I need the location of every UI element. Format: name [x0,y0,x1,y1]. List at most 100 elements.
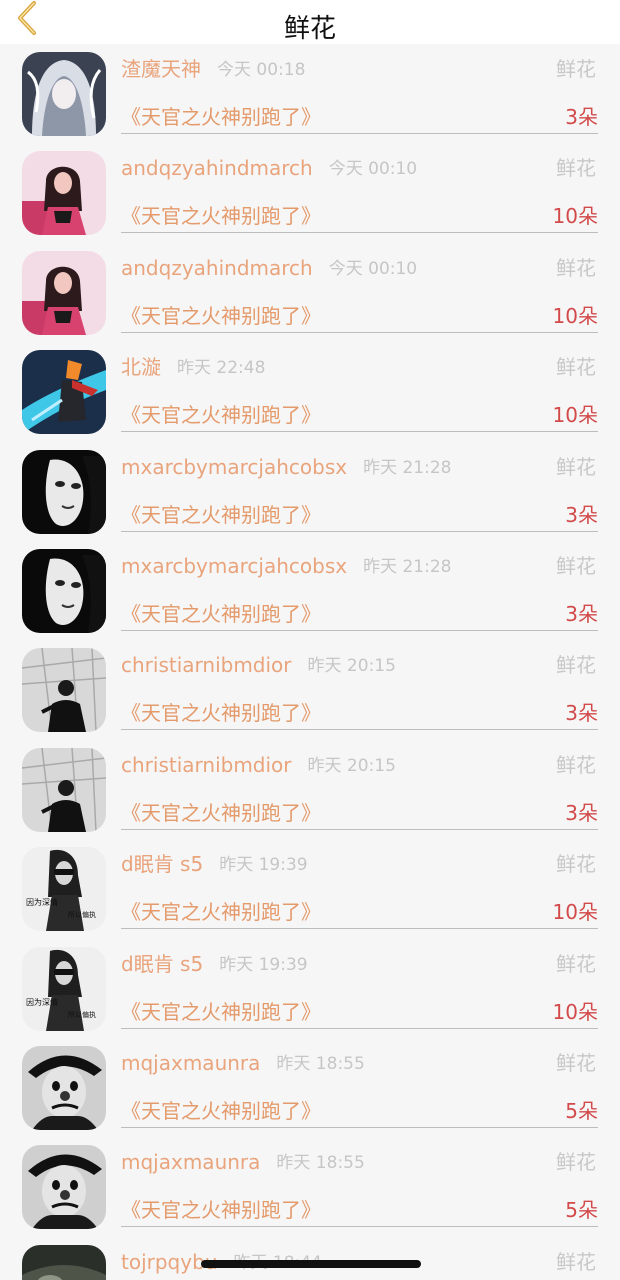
flower-gift-list[interactable]: 渣魔天神 今天 00:18 鲜花 《天官之火神别跑了》 3朵 andqzyahin… [0,44,620,1280]
avatar[interactable] [22,350,106,435]
user-name[interactable]: christiarnibmdior 昨天 20:15 [121,752,396,779]
user-name[interactable]: andqzyahindmarch 今天 00:10 [121,255,417,282]
book-title[interactable]: 《天官之火神别跑了》 [121,104,321,130]
list-item[interactable]: mxarcbymarcjahcobsx 昨天 21:28 鲜花 《天官之火神别跑了… [0,442,620,541]
gift-type: 鲜花 [556,355,596,380]
book-title[interactable]: 《天官之火神别跑了》 [121,1197,321,1223]
gift-type: 鲜花 [556,1150,596,1175]
user-name[interactable]: mqjaxmaunra 昨天 18:55 [121,1149,365,1176]
flower-count: 10朵 [552,403,598,428]
avatar[interactable]: 因为深情 所以偏执 [22,847,106,932]
divider [121,1027,598,1029]
gift-type: 鲜花 [556,454,596,479]
book-title[interactable]: 《天官之火神别跑了》 [121,999,321,1025]
user-name[interactable]: andqzyahindmarch 今天 00:10 [121,155,417,182]
user-name[interactable]: mqjaxmaunra 昨天 18:55 [121,1050,365,1077]
gift-type: 鲜花 [556,57,596,81]
timestamp: 昨天 22:48 [177,358,266,379]
avatar[interactable] [22,747,106,832]
book-title[interactable]: 《天官之火神别跑了》 [121,203,321,229]
divider [121,1226,598,1228]
divider [121,729,598,731]
divider [121,232,598,234]
user-name[interactable]: d眠肯 s5 昨天 19:39 [121,851,308,878]
gift-type: 鲜花 [556,852,596,877]
flower-count: 10朵 [552,900,598,925]
divider [121,828,598,830]
user-name[interactable]: 北漩 昨天 22:48 [121,354,265,381]
avatar-caption: 所以偏执 [68,1010,96,1019]
user-name[interactable]: mxarcbymarcjahcobsx 昨天 21:28 [121,553,451,580]
user-name[interactable]: mxarcbymarcjahcobsx 昨天 21:28 [121,454,451,481]
divider [121,331,598,333]
book-title[interactable]: 《天官之火神别跑了》 [121,700,321,726]
flower-count: 3朵 [565,601,598,626]
avatar-caption: 因为深情 [26,997,58,1007]
gift-type: 鲜花 [556,1050,596,1075]
avatar[interactable] [22,1045,106,1130]
avatar[interactable] [22,1244,106,1280]
list-item[interactable]: andqzyahindmarch 今天 00:10 鲜花 《天官之火神别跑了》 1… [0,243,620,342]
list-item[interactable]: 渣魔天神 今天 00:18 鲜花 《天官之火神别跑了》 3朵 [0,44,620,143]
avatar[interactable] [22,449,106,534]
flower-count: 10朵 [552,999,598,1024]
list-item[interactable]: tojrpqybu昨天 18:44 鲜花 [0,1237,620,1280]
user-name[interactable]: d眠肯 s5 昨天 19:39 [121,951,308,978]
book-title[interactable]: 《天官之火神别跑了》 [121,899,321,925]
avatar[interactable] [22,548,106,633]
avatar[interactable] [22,1145,106,1230]
timestamp: 今天 00:10 [328,258,418,279]
list-item[interactable]: mqjaxmaunra 昨天 18:55 鲜花 《天官之火神别跑了》 5朵 [0,1038,620,1137]
user-name[interactable]: 渣魔天神 今天 00:18 [121,56,305,83]
timestamp: 昨天 21:28 [363,556,452,577]
book-title[interactable]: 《天官之火神别跑了》 [121,402,321,428]
divider [121,133,598,134]
flower-count: 3朵 [565,105,598,129]
avatar[interactable] [22,648,106,733]
gift-type: 鲜花 [556,553,596,578]
list-item[interactable]: christiarnibmdior 昨天 20:15 鲜花 《天官之火神别跑了》 … [0,640,620,739]
book-title[interactable]: 《天官之火神别跑了》 [121,303,321,329]
page-title: 鲜花 [283,14,336,44]
book-title[interactable]: 《天官之火神别跑了》 [121,800,321,826]
flower-count: 5朵 [565,1098,598,1123]
nav-bar: 鲜花 [0,0,620,44]
list-item[interactable]: mqjaxmaunra 昨天 18:55 鲜花 《天官之火神别跑了》 5朵 [0,1137,620,1236]
list-item[interactable]: 因为深情 所以偏执 d眠肯 s5 昨天 19:39 鲜花 《天官之火神别跑了》 1… [0,939,620,1038]
flower-count: 10朵 [552,303,598,328]
book-title[interactable]: 《天官之火神别跑了》 [121,1098,321,1124]
timestamp: 昨天 20:15 [307,656,396,677]
divider [121,1126,598,1128]
divider [121,431,598,433]
timestamp: 昨天 20:15 [307,755,396,776]
gift-type: 鲜花 [556,951,596,976]
gift-type: 鲜花 [556,653,596,678]
timestamp: 昨天 21:28 [363,457,452,478]
gift-type: 鲜花 [556,1249,596,1274]
timestamp: 昨天 19:39 [219,855,308,876]
avatar[interactable]: 因为深情 所以偏执 [22,946,106,1031]
timestamp: 今天 00:18 [217,60,306,80]
timestamp: 昨天 18:55 [276,1053,365,1074]
avatar[interactable] [22,250,106,335]
list-item[interactable]: 因为深情 所以偏执 d眠肯 s5 昨天 19:39 鲜花 《天官之火神别跑了》 1… [0,839,620,938]
timestamp: 昨天 19:39 [219,954,308,975]
divider [121,530,598,532]
flower-count: 3朵 [565,701,598,726]
avatar[interactable] [22,151,106,236]
flower-count: 10朵 [552,204,598,229]
list-item[interactable]: 北漩 昨天 22:48 鲜花 《天官之火神别跑了》 10朵 [0,342,620,441]
gift-type: 鲜花 [556,255,596,280]
flower-count: 5朵 [565,1198,598,1223]
avatar[interactable] [22,52,106,136]
timestamp: 昨天 18:55 [276,1153,365,1174]
avatar-caption: 因为深情 [26,897,58,907]
avatar-caption: 所以偏执 [68,910,96,919]
user-name[interactable]: christiarnibmdior 昨天 20:15 [121,652,396,679]
book-title[interactable]: 《天官之火神别跑了》 [121,502,321,528]
book-title[interactable]: 《天官之火神别跑了》 [121,601,321,627]
list-item[interactable]: andqzyahindmarch 今天 00:10 鲜花 《天官之火神别跑了》 1… [0,143,620,242]
list-item[interactable]: mxarcbymarcjahcobsx 昨天 21:28 鲜花 《天官之火神别跑了… [0,541,620,640]
home-indicator[interactable] [201,1260,421,1268]
list-item[interactable]: christiarnibmdior 昨天 20:15 鲜花 《天官之火神别跑了》 … [0,740,620,839]
